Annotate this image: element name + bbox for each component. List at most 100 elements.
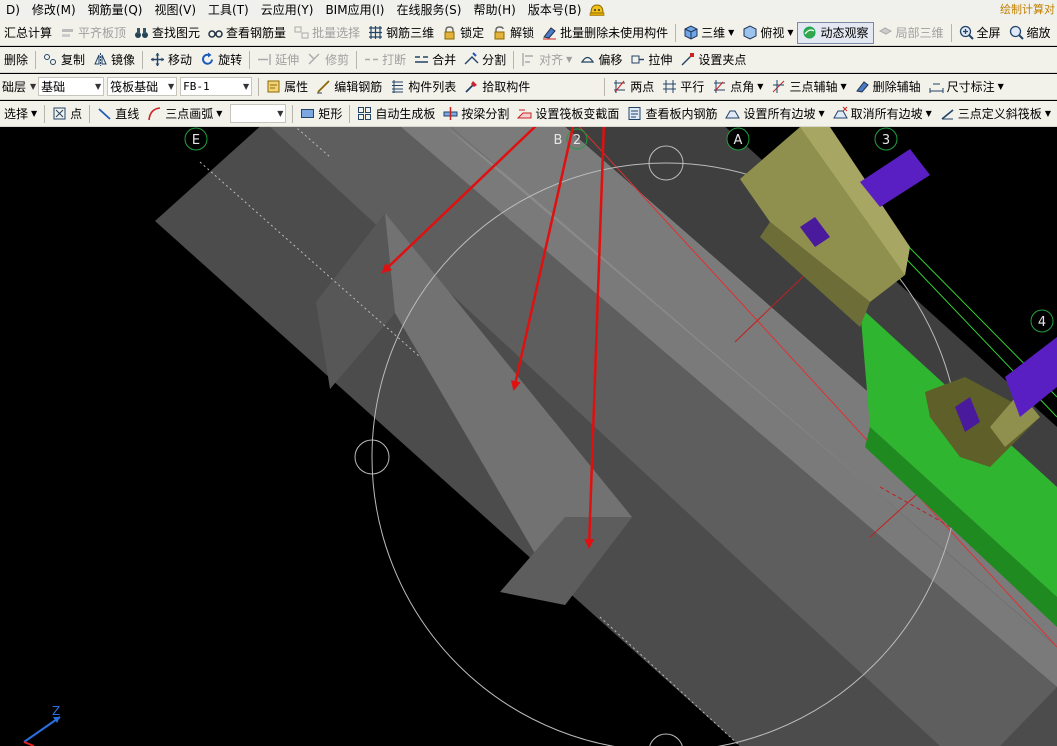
fullscreen-button[interactable]: 全屏: [955, 22, 1005, 44]
offset-button[interactable]: 偏移: [576, 49, 626, 71]
properties-button[interactable]: 属性: [262, 76, 312, 98]
rebar-3d-button[interactable]: 钢筋三维: [364, 22, 438, 44]
list-icon: [390, 79, 405, 94]
line-label: 直线: [115, 107, 140, 121]
axis-marker-E[interactable]: E: [184, 127, 208, 151]
two-points-button[interactable]: 两点: [608, 76, 658, 98]
stretch-button[interactable]: 拉伸: [626, 49, 676, 71]
delete-aux-axis-button[interactable]: 删除辅轴: [851, 76, 925, 98]
set-raft-section-change-button[interactable]: 设置筏板变截面: [513, 103, 623, 125]
find-element-button[interactable]: 查找图元: [130, 22, 204, 44]
set-grip-button[interactable]: 设置夹点: [676, 49, 750, 71]
chevron-down-icon: ▼: [1044, 109, 1051, 118]
menu-item-version[interactable]: 版本号(B): [522, 0, 588, 20]
cancel-all-edge-slopes-dropdown[interactable]: 取消所有边坡 ▼: [829, 103, 936, 125]
set-all-edge-slopes-dropdown[interactable]: 设置所有边坡 ▼: [721, 103, 828, 125]
lock-button[interactable]: 锁定: [438, 22, 488, 44]
type-select[interactable]: 筏板基础 ▼: [107, 77, 178, 96]
split-button[interactable]: 分割: [460, 49, 510, 71]
local-3d-button[interactable]: 局部三维: [874, 22, 948, 44]
rect-button[interactable]: 矩形: [296, 103, 346, 125]
view-3d-dropdown[interactable]: 三维 ▼: [679, 22, 738, 44]
align-dropdown[interactable]: 对齐 ▼: [517, 49, 576, 71]
summary-calc-label: 汇总计算: [4, 26, 53, 40]
point-angle-dropdown[interactable]: 点角 ▼: [708, 76, 767, 98]
z-axis-label: Z: [52, 704, 60, 718]
top-view-dropdown[interactable]: 俯视 ▼: [738, 22, 797, 44]
menu-item-help[interactable]: 帮助(H): [467, 0, 521, 20]
split-by-beam-button[interactable]: 按梁分割: [439, 103, 513, 125]
fullscreen-label: 全屏: [976, 26, 1001, 40]
menu-item-online-service[interactable]: 在线服务(S): [390, 0, 467, 20]
axis-marker-3[interactable]: 3: [874, 127, 898, 151]
summary-calc-button[interactable]: 汇总计算: [0, 22, 56, 44]
component-select[interactable]: FB-1 ▼: [180, 77, 253, 96]
line-button[interactable]: 直线: [93, 103, 143, 125]
chevron-down-icon: ▼: [818, 109, 825, 118]
menu-item-cloud[interactable]: 云应用(Y): [255, 0, 320, 20]
copy-label: 复制: [61, 53, 86, 67]
find-element-label: 查找图元: [152, 26, 201, 40]
select-dropdown[interactable]: 选择 ▼: [0, 103, 41, 125]
rect-icon: [300, 106, 315, 121]
menu-item-bim[interactable]: BIM应用(I): [319, 0, 390, 20]
edit-rebar-button[interactable]: 编辑钢筋: [312, 76, 386, 98]
helmet-icon[interactable]: [589, 3, 605, 17]
chevron-down-icon: ▼: [787, 28, 794, 37]
menu-item-partial[interactable]: D): [0, 0, 26, 20]
toolbar-separator: [604, 77, 606, 96]
auto-gen-slab-button[interactable]: 自动生成板: [353, 103, 439, 125]
split-by-beam-icon: [443, 106, 458, 121]
parallel-button[interactable]: 平行: [658, 76, 708, 98]
mirror-button[interactable]: 镜像: [89, 49, 139, 71]
unlock-icon: [492, 25, 507, 40]
axis-label-B: B: [554, 133, 563, 148]
chevron-down-icon: ▼: [757, 82, 764, 91]
merge-button[interactable]: 合并: [410, 49, 460, 71]
view-slab-rebar-button[interactable]: 查看板内钢筋: [623, 103, 721, 125]
eraser-icon: [542, 25, 557, 40]
menu-item-view[interactable]: 视图(V): [148, 0, 202, 20]
axis-marker-B[interactable]: B: [554, 133, 563, 148]
mirror-label: 镜像: [111, 53, 136, 67]
three-point-slope-slab-dropdown[interactable]: 三点定义斜筏板 ▼: [936, 103, 1055, 125]
layer-dropdown[interactable]: 础层 ▼: [0, 77, 38, 97]
delete-button[interactable]: 删除: [0, 49, 32, 71]
menu-item-tools[interactable]: 工具(T): [202, 0, 255, 20]
three-point-axis-dropdown[interactable]: 三点辅轴 ▼: [767, 76, 850, 98]
view-slab-rebar-label: 查看板内钢筋: [645, 107, 718, 121]
zoom-button[interactable]: 缩放: [1005, 22, 1055, 44]
dimension-dropdown[interactable]: 尺寸标注 ▼: [925, 76, 1008, 98]
drawing-viewport[interactable]: E B 2 A 3 4 Z: [0, 127, 1057, 746]
orbit-handle-bottom[interactable]: [649, 733, 683, 746]
binoculars-icon: [134, 25, 149, 40]
point-button[interactable]: 点: [48, 103, 86, 125]
break-button[interactable]: 打断: [360, 49, 410, 71]
axis-marker-4[interactable]: 4: [1030, 309, 1054, 333]
menu-item-modify[interactable]: 修改(M): [26, 0, 82, 20]
local-3d-icon: [878, 25, 893, 40]
floor-select[interactable]: 基础 ▼: [38, 77, 105, 96]
component-list-button[interactable]: 构件列表: [386, 76, 460, 98]
copy-button[interactable]: 复制: [39, 49, 89, 71]
edit-rebar-icon: [316, 79, 331, 94]
level-top-button[interactable]: 平齐板顶: [56, 22, 130, 44]
axis-marker-A[interactable]: A: [726, 127, 750, 151]
trim-button[interactable]: 修剪: [303, 49, 353, 71]
batch-select-button[interactable]: 批量选择: [290, 22, 364, 44]
batch-delete-unused-button[interactable]: 批量删除未使用构件: [538, 22, 672, 44]
extend-button[interactable]: 延伸: [253, 49, 303, 71]
unlock-button[interactable]: 解锁: [488, 22, 538, 44]
three-point-arc-dropdown[interactable]: 三点画弧 ▼: [143, 103, 226, 125]
view-rebar-qty-button[interactable]: 查看钢筋量: [204, 22, 290, 44]
batch-select-icon: [294, 25, 309, 40]
arc-param-select[interactable]: ▼: [230, 104, 287, 123]
dynamic-observe-button[interactable]: 动态观察: [797, 21, 874, 44]
rotate-button[interactable]: 旋转: [196, 49, 246, 71]
move-button[interactable]: 移动: [146, 49, 196, 71]
three-point-axis-label: 三点辅轴: [789, 80, 838, 94]
menu-item-rebar-qty[interactable]: 钢筋量(Q): [82, 0, 149, 20]
two-points-icon: [612, 79, 627, 94]
viewport-canvas[interactable]: E B 2 A 3 4 Z: [0, 127, 1057, 746]
pick-component-button[interactable]: 拾取构件: [460, 76, 534, 98]
